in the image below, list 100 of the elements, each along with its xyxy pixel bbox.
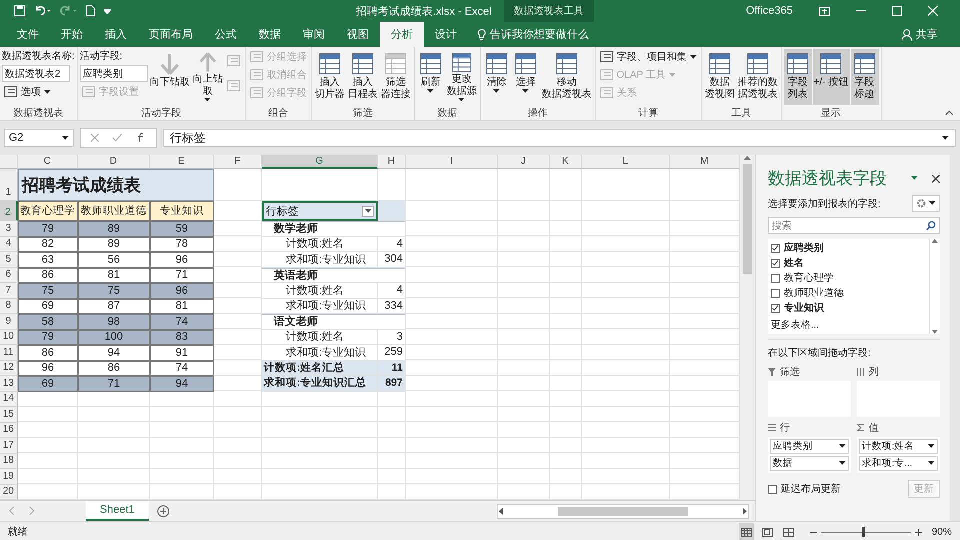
column-header[interactable]: H xyxy=(378,155,406,169)
row-header[interactable]: 10 xyxy=(0,330,18,345)
column-header[interactable]: J xyxy=(498,155,550,169)
formula-field[interactable]: 行标签 xyxy=(163,129,956,147)
save-icon[interactable] xyxy=(14,5,26,17)
column-header[interactable]: F xyxy=(214,155,262,169)
checkbox[interactable] xyxy=(771,304,780,312)
search-field[interactable]: 搜索 xyxy=(768,217,940,234)
row-header[interactable]: 12 xyxy=(0,360,18,376)
area-field[interactable]: 应聘类别 xyxy=(770,439,849,454)
row-header[interactable]: 16 xyxy=(0,422,18,438)
column-header[interactable]: E xyxy=(150,155,214,169)
tell-me-field[interactable]: 告诉我你想要做什么 xyxy=(490,27,589,42)
row-header[interactable]: 14 xyxy=(0,392,18,407)
column-header[interactable]: C xyxy=(18,155,78,169)
scroll-left-icon[interactable] xyxy=(498,508,505,514)
field-name[interactable]: 专业知识 xyxy=(784,301,824,315)
checkbox[interactable] xyxy=(771,274,780,282)
scrollbar-thumb[interactable] xyxy=(558,506,688,516)
column-header[interactable]: G xyxy=(262,155,378,169)
ribbon-button[interactable]: 选项 xyxy=(2,84,75,100)
ribbon-tab[interactable]: 开始 xyxy=(50,22,94,47)
ribbon-tab[interactable]: 设计 xyxy=(424,22,468,47)
undo-icon[interactable] xyxy=(34,5,52,17)
row-header[interactable]: 17 xyxy=(0,438,18,454)
check-icon[interactable] xyxy=(113,134,122,142)
ribbon-tab[interactable]: 数据 xyxy=(248,22,292,47)
area-field[interactable]: 计数项:姓名 xyxy=(859,439,938,454)
row-header[interactable]: 3 xyxy=(0,221,18,236)
column-header[interactable]: L xyxy=(582,155,670,169)
column-header[interactable]: K xyxy=(550,155,582,169)
ribbon-tab[interactable]: 公式 xyxy=(204,22,248,47)
row-header[interactable]: 1 xyxy=(0,169,18,201)
settings-button[interactable] xyxy=(912,195,940,212)
column-header[interactable]: M xyxy=(670,155,740,169)
ribbon-tab[interactable]: 视图 xyxy=(336,22,380,47)
input-field[interactable]: 数据透视表2 xyxy=(2,65,70,82)
row-header[interactable]: 8 xyxy=(0,298,18,314)
zoom-in-icon[interactable] xyxy=(914,528,922,536)
field-name[interactable]: 教师职业道德 xyxy=(784,286,844,300)
ribbon-tab[interactable]: 审阅 xyxy=(292,22,336,47)
row-header[interactable]: 6 xyxy=(0,268,18,283)
ribbon-button[interactable]: 字段 标题 xyxy=(850,49,879,105)
field-name[interactable]: 教育心理学 xyxy=(784,271,834,285)
ribbon-button[interactable]: 刷新 xyxy=(416,49,445,105)
new-file-icon[interactable] xyxy=(86,5,96,17)
table-cell[interactable]: 行标签 xyxy=(262,201,378,221)
more-tables-link[interactable]: 更多表格... xyxy=(771,318,926,332)
ribbon-button[interactable]: 更改 数据源 xyxy=(446,49,478,105)
ribbon-button[interactable]: 插入 切片器 xyxy=(314,49,346,105)
checkbox[interactable] xyxy=(768,484,777,494)
row-header[interactable]: 5 xyxy=(0,252,18,268)
checkbox[interactable] xyxy=(771,244,780,252)
ribbon-display-icon[interactable] xyxy=(819,6,830,16)
ribbon-tab[interactable]: 插入 xyxy=(94,22,138,47)
sheet-tab[interactable]: Sheet1 xyxy=(86,501,149,521)
ribbon-tab[interactable]: 文件 xyxy=(6,22,50,47)
ribbon-tab[interactable]: 分析 xyxy=(380,22,424,47)
close-icon[interactable] xyxy=(932,174,940,182)
field-name[interactable]: 姓名 xyxy=(784,256,804,270)
vertical-scrollbar[interactable] xyxy=(739,155,755,500)
zoom-out-icon[interactable] xyxy=(810,530,817,534)
collapse-ribbon-icon[interactable] xyxy=(945,110,954,116)
minimize-icon[interactable] xyxy=(856,10,866,12)
scroll-right-icon[interactable] xyxy=(741,508,748,514)
ribbon-button[interactable]: 清除 xyxy=(482,49,511,105)
ribbon-button[interactable]: +/- 按钮 xyxy=(812,49,850,105)
input-field[interactable]: 应聘类别 xyxy=(80,65,148,82)
filter-dropdown-button[interactable] xyxy=(362,206,374,216)
row-header[interactable]: 9 xyxy=(0,314,18,330)
row-header[interactable]: 15 xyxy=(0,407,18,422)
drop-area[interactable]: 应聘类别 数据 xyxy=(768,437,851,473)
drop-area[interactable]: 计数项:姓名 求和项:专... xyxy=(857,437,940,473)
ribbon-button[interactable]: 字段 列表 xyxy=(784,49,812,105)
function-icon[interactable] xyxy=(136,133,146,143)
checkbox[interactable] xyxy=(771,288,780,298)
column-header[interactable]: I xyxy=(406,155,498,169)
row-header[interactable]: 11 xyxy=(0,345,18,360)
scroll-up-icon[interactable] xyxy=(932,239,938,243)
add-sheet-icon[interactable] xyxy=(156,504,170,518)
maximize-icon[interactable] xyxy=(892,6,902,16)
scroll-up-icon[interactable] xyxy=(744,155,751,160)
ribbon-tab[interactable]: 页面布局 xyxy=(138,22,204,47)
row-header[interactable]: 2 xyxy=(0,201,18,221)
ribbon-button[interactable]: 移动 数据透视表 xyxy=(540,49,593,105)
column-header[interactable]: D xyxy=(78,155,150,169)
row-header[interactable]: 20 xyxy=(0,484,18,500)
row-header[interactable]: 13 xyxy=(0,376,18,392)
horizontal-scrollbar[interactable] xyxy=(497,504,749,518)
ribbon-button[interactable]: 数据 透视图 xyxy=(704,49,736,105)
scroll-down-icon[interactable] xyxy=(932,330,938,334)
area-field[interactable]: 求和项:专... xyxy=(859,456,938,471)
area-field[interactable]: 数据 xyxy=(770,456,849,471)
row-header[interactable]: 7 xyxy=(0,283,18,298)
row-header[interactable]: 19 xyxy=(0,469,18,484)
name-box[interactable]: G2 xyxy=(4,129,74,147)
ribbon-button[interactable]: 推荐的数 据透视表 xyxy=(736,49,779,105)
ribbon-button[interactable]: 插入 日程表 xyxy=(346,49,379,105)
ribbon-button[interactable]: 选择 xyxy=(512,49,540,105)
checkbox[interactable] xyxy=(771,258,780,268)
